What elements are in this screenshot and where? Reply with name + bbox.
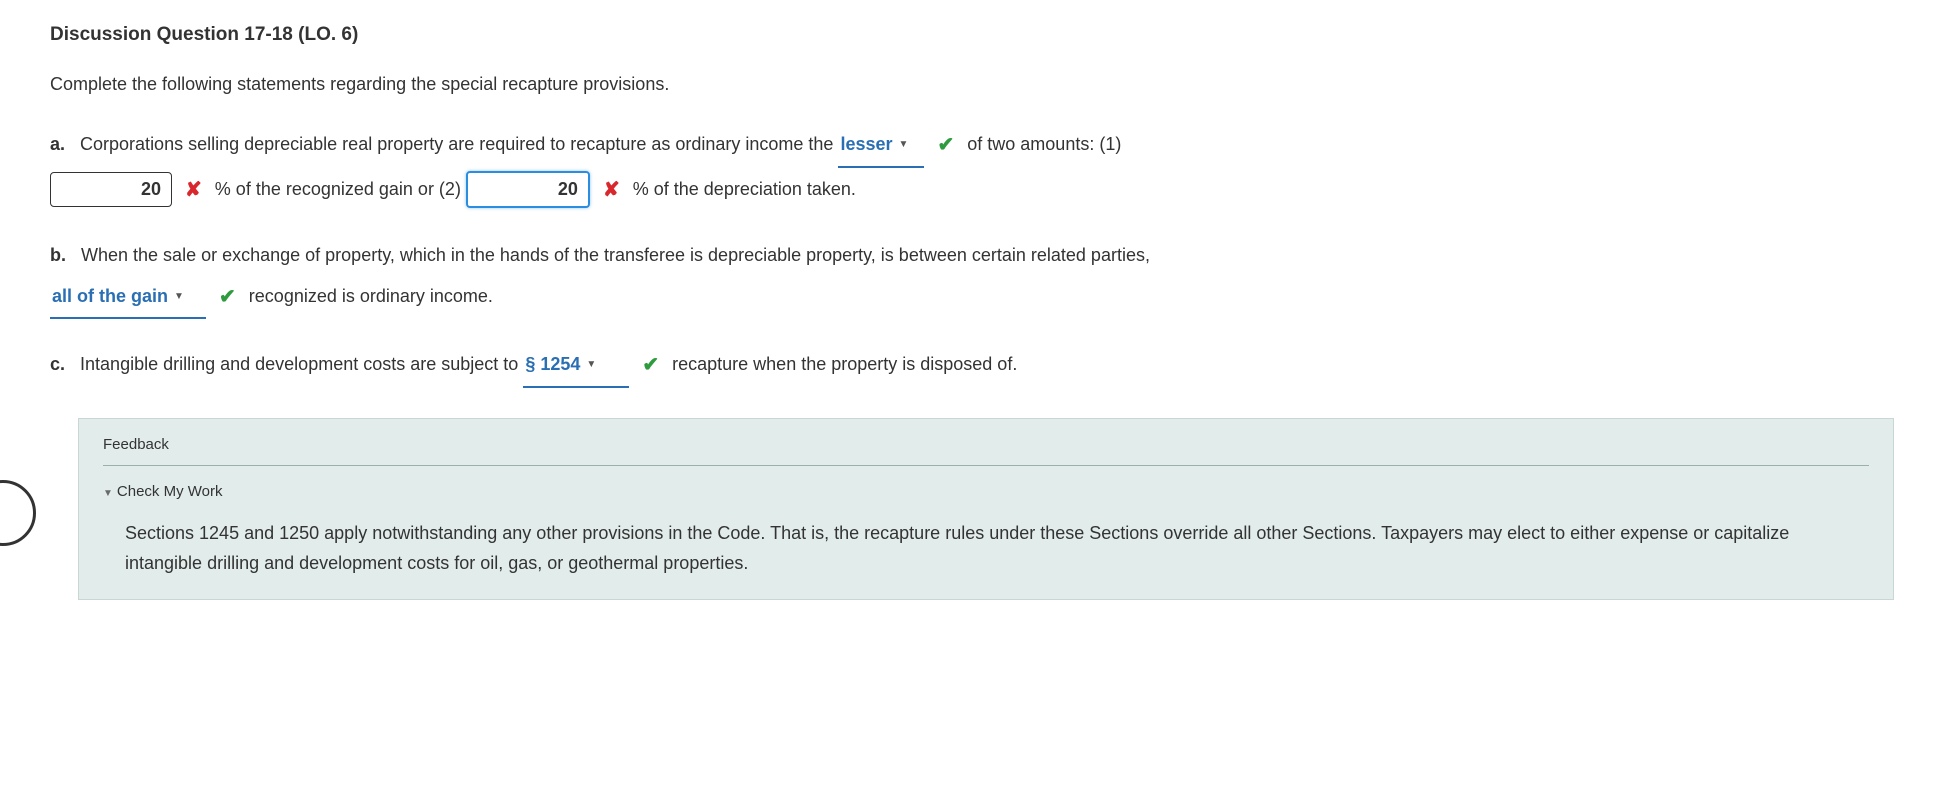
dropdown-a-1-value: lesser [840,134,892,154]
feedback-title: Feedback [103,433,1869,466]
label-c: c. [50,354,65,374]
check-icon: ✔ [219,286,236,308]
question-title: Discussion Question 17-18 (LO. 6) [50,20,1894,50]
dropdown-b-1-value: all of the gain [52,286,168,306]
dropdown-c-1[interactable]: § 1254 ▼ [523,345,629,388]
text-c-2: recapture when the property is disposed … [672,354,1017,374]
chevron-down-icon: ▼ [899,139,909,150]
input-a-1[interactable]: 20 [50,172,172,207]
text-b-2: recognized is ordinary income. [249,286,493,306]
question-b: b. When the sale or exchange of property… [50,236,1894,320]
check-my-work-toggle[interactable]: ▼ Check My Work [103,480,1869,504]
feedback-text: Sections 1245 and 1250 apply notwithstan… [125,518,1869,579]
chevron-down-icon: ▼ [586,359,596,370]
check-icon: ✔ [642,354,659,376]
check-my-work-label: Check My Work [117,483,223,500]
text-a-4: % of the depreciation taken. [633,178,856,198]
question-c: c. Intangible drilling and development c… [50,343,1894,387]
check-icon: ✔ [937,134,954,156]
text-a-1: Corporations selling depreciable real pr… [80,134,833,154]
x-icon: ✘ [185,179,202,201]
text-b-1: When the sale or exchange of property, w… [81,245,1150,265]
dropdown-b-1[interactable]: all of the gain ▼ [50,277,206,320]
triangle-down-icon: ▼ [103,488,113,499]
dropdown-a-1[interactable]: lesser ▼ [838,125,924,168]
x-icon: ✘ [603,179,620,201]
chevron-down-icon: ▼ [174,291,184,302]
label-a: a. [50,134,65,154]
dropdown-c-1-value: § 1254 [525,354,580,374]
text-c-1: Intangible drilling and development cost… [80,354,518,374]
side-nav-circle[interactable] [0,480,36,546]
text-a-2: of two amounts: (1) [967,134,1121,154]
question-a: a. Corporations selling depreciable real… [50,123,1894,211]
text-a-3: % of the recognized gain or (2) [215,178,461,198]
question-intro: Complete the following statements regard… [50,70,1894,99]
input-a-2[interactable]: 20 [466,171,590,208]
feedback-box: Feedback ▼ Check My Work Sections 1245 an… [78,418,1894,600]
label-b: b. [50,245,66,265]
